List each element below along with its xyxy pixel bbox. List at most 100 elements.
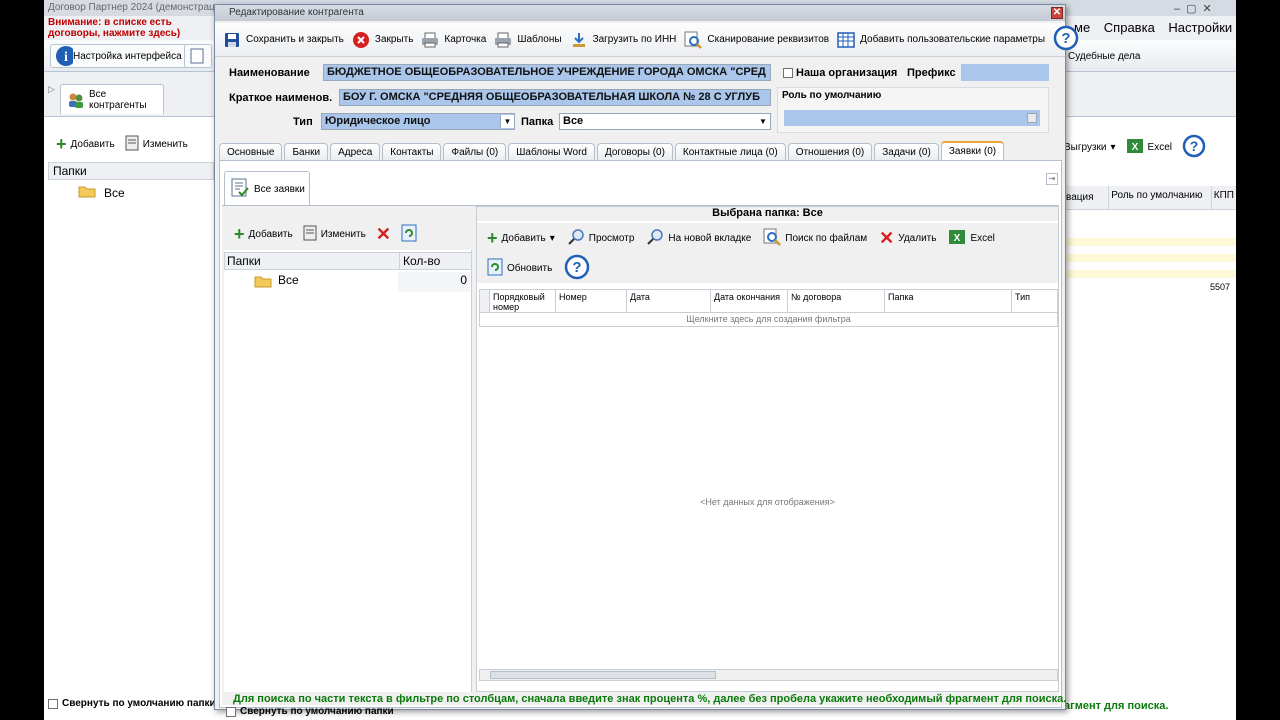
tab-tasks[interactable]: Задачи (0) [874, 143, 939, 161]
tab-all-counterparties[interactable]: Все контрагенты [60, 84, 164, 114]
type-select[interactable]: Юридическое лицо ▼ [321, 113, 515, 130]
exports-button[interactable]: Выгрузки ▾ [1064, 142, 1116, 153]
checkbox[interactable] [48, 698, 58, 709]
folder-row-all[interactable]: Все 0 [224, 272, 472, 292]
requests-inner: + Добавить Изменить ✕ Папки Кол-во Все 0 … [222, 205, 1059, 717]
window-controls[interactable]: –▢✕ [1174, 2, 1236, 16]
tab-main[interactable]: Основные [219, 143, 283, 161]
svg-text:X: X [954, 233, 961, 244]
plus-icon: + [487, 227, 498, 248]
delete-icon[interactable]: ✕ [376, 224, 391, 245]
col-seq-number[interactable]: Порядковый номер [490, 290, 556, 312]
short-name-field[interactable]: БОУ Г. ОМСКА "СРЕДНЯЯ ОБЩЕОБРАЗОВАТЕЛЬНА… [339, 89, 771, 106]
chevron-down-icon[interactable]: ▼ [756, 115, 770, 128]
download-icon [570, 31, 588, 49]
bg-add-button[interactable]: + Добавить [56, 134, 115, 155]
col-contract-number[interactable]: № договора [788, 290, 885, 312]
col-type[interactable]: Тип [1012, 290, 1057, 312]
bg-collapse-folders[interactable]: Свернуть по умолчанию папки [48, 698, 216, 709]
view-button[interactable]: Просмотр [567, 228, 634, 249]
refresh-icon [487, 258, 503, 279]
folder-icon [254, 274, 272, 291]
tab-requests[interactable]: Заявки (0) [940, 141, 1005, 161]
collapse-folders[interactable]: Свернуть по умолчанию папки [226, 706, 394, 717]
folder-icon [78, 184, 96, 201]
menu-item-help[interactable]: Справка [1104, 20, 1155, 35]
default-role-field[interactable] [784, 110, 1040, 126]
refresh-icon[interactable] [401, 224, 417, 245]
menu-item-settings[interactable]: Настройки [1168, 20, 1232, 35]
folder-select[interactable]: Все ▼ [559, 113, 771, 130]
col-number[interactable]: Номер [556, 290, 627, 312]
load-by-inn-button[interactable]: Загрузить по ИНН [570, 31, 676, 49]
bg-edit-button[interactable]: Изменить [125, 135, 188, 154]
svg-text:i: i [64, 50, 68, 65]
tab-files[interactable]: Файлы (0) [443, 143, 507, 161]
new-tab-button[interactable]: На новой вкладке [646, 228, 751, 249]
scan-requisites-button[interactable]: Сканирование реквизитов [684, 31, 829, 49]
col-end-date[interactable]: Дата окончания [711, 290, 788, 312]
delete-button[interactable]: ✕ Удалить [879, 228, 936, 249]
bg-kpp-cell: 5507 [1210, 282, 1231, 292]
magnifier-icon [646, 228, 664, 249]
search-files-button[interactable]: Поиск по файлам [763, 228, 867, 249]
subtab-all-requests[interactable]: Все заявки [224, 171, 310, 207]
bg-right-toolbar: Выгрузки ▾ X Excel ? [1064, 134, 1206, 161]
info-icon: i [55, 46, 73, 66]
bg-folder-all[interactable]: Все [78, 184, 125, 201]
folder-pane: + Добавить Изменить ✕ Папки Кол-во Все 0 … [224, 218, 472, 717]
close-button[interactable]: Закрыть [352, 31, 413, 49]
our-org-checkbox[interactable]: Наша организация [783, 67, 897, 79]
help-icon[interactable]: ? [1182, 134, 1206, 161]
templates-button[interactable]: Шаблоны [494, 31, 562, 49]
requests-grid-header: Порядковый номер Номер Дата Дата окончан… [479, 289, 1058, 313]
bg-excel-button[interactable]: X Excel [1126, 138, 1172, 157]
tab-contact-persons[interactable]: Контактные лица (0) [674, 143, 786, 161]
contract-warning[interactable]: Внимание: в списке есть договоры, нажмит… [48, 17, 218, 39]
add-custom-params-button[interactable]: Добавить пользовательские параметры [837, 31, 1045, 49]
checkbox[interactable] [783, 68, 793, 78]
svg-text:?: ? [1190, 138, 1199, 154]
magnifier-icon [567, 228, 585, 249]
name-field[interactable]: БЮДЖЕТНОЕ ОБЩЕОБРАЗОВАТЕЛЬНОЕ УЧРЕЖДЕНИЕ… [323, 64, 771, 81]
interface-settings-button[interactable]: i Настройка интерфейса [50, 44, 189, 68]
tab-word-templates[interactable]: Шаблоны Word [508, 143, 595, 161]
col-folder[interactable]: Папка [885, 290, 1012, 312]
checkbox[interactable] [226, 706, 236, 717]
tab-contacts[interactable]: Контакты [382, 143, 442, 161]
tab-relations[interactable]: Отношения (0) [787, 143, 873, 161]
chevron-down-icon[interactable]: ▼ [500, 115, 514, 128]
empty-grid-message: <Нет данных для отображения> [700, 497, 835, 507]
bg-folder-all-label: Все [104, 185, 125, 200]
card-button[interactable]: Карточка [421, 31, 486, 49]
svg-text:X: X [1131, 142, 1138, 153]
plus-icon: + [234, 223, 245, 244]
excel-button[interactable]: X Excel [948, 229, 995, 248]
filter-row[interactable]: Щелкните здесь для создания фильтра [479, 313, 1058, 327]
dialog-title: Редактирование контрагента [215, 5, 1065, 21]
tab-contracts[interactable]: Договоры (0) [596, 143, 673, 161]
dropdown-button[interactable] [1027, 113, 1037, 123]
request-add-button[interactable]: + Добавить ▾ [487, 228, 555, 249]
scan-label: Сканирование реквизитов [707, 34, 830, 45]
dialog-close-icon[interactable]: ✕ [1051, 7, 1063, 19]
save-close-button[interactable]: Сохранить и закрыть [223, 31, 344, 49]
folder-edit-button[interactable]: Изменить [303, 225, 366, 244]
folder-add-button[interactable]: + Добавить [234, 224, 293, 245]
refresh-button[interactable]: Обновить [487, 258, 552, 279]
expand-arrow-icon[interactable]: ⇥ [1046, 173, 1058, 185]
prefix-label: Префикс [907, 67, 956, 79]
help-icon[interactable]: ? [564, 254, 590, 283]
tab-addresses[interactable]: Адреса [330, 143, 381, 161]
col-date[interactable]: Дата [627, 290, 711, 312]
prefix-field[interactable] [961, 64, 1049, 81]
help-icon[interactable]: ? [1053, 25, 1079, 54]
file-search-icon [763, 228, 782, 249]
table-icon [837, 31, 855, 49]
document-button[interactable] [184, 44, 212, 68]
horizontal-scrollbar[interactable] [479, 669, 1058, 681]
tab-banks[interactable]: Банки [284, 143, 329, 161]
scrollbar-thumb[interactable] [490, 671, 716, 679]
bg-collapse-label: Свернуть по умолчанию папки [62, 698, 216, 709]
nav-arrow-icon[interactable]: ▷ [48, 84, 55, 95]
